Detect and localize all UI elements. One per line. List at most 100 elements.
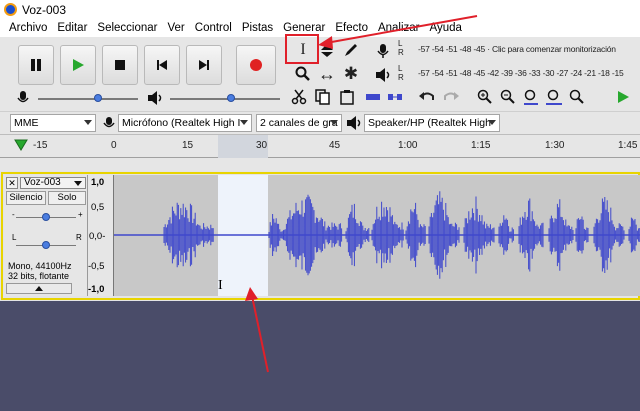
envelope-tool-button[interactable] [316,39,338,61]
menu-ver[interactable]: Ver [163,22,190,34]
multi-tool-icon: ✱ [343,64,359,83]
chevron-down-icon [488,120,496,125]
input-volume-knob[interactable] [94,94,102,102]
zoom-tool-button[interactable] [292,63,314,85]
input-volume-slider[interactable] [38,98,138,100]
multi-tool-button[interactable]: ✱ [340,63,362,85]
silence-button[interactable] [384,86,406,108]
speaker-icon [347,116,361,130]
menu-analizar[interactable]: Analizar [373,22,425,34]
undo-icon [419,92,434,100]
stop-button[interactable] [102,45,138,85]
menu-pistas[interactable]: Pistas [237,22,278,34]
playback-device-icon-wrap [343,112,365,134]
output-volume-knob[interactable] [227,94,235,102]
zoom-out-icon [500,89,515,104]
play-at-speed-button[interactable] [612,86,634,108]
play-meter-l-label: L [398,64,403,73]
recording-device-select[interactable]: Micrófono (Realtek High I [118,114,252,132]
input-volume-mic-icon-wrap [12,87,34,109]
play-button[interactable] [60,45,96,85]
meter-l-label: L [398,39,403,48]
stop-icon [115,60,125,70]
gain-minus-label: - [12,210,15,219]
play-meter-speaker-button[interactable] [372,64,394,86]
audio-host-select[interactable]: MME [10,114,96,132]
record-button[interactable] [236,45,276,85]
pause-button[interactable] [18,45,54,85]
copy-button[interactable] [312,86,334,108]
fit-project-icon [546,89,562,105]
zoom-in-button[interactable] [474,86,496,108]
pin-head-icon[interactable] [14,139,28,151]
amplitude-scale[interactable]: 1,0 0,5 0,0- -0,5 -1,0 [88,175,114,296]
recording-device-value: Micrófono (Realtek High I [122,117,241,129]
track-name-menu[interactable]: Voz-003 [20,177,86,189]
pan-knob[interactable] [42,241,50,249]
waveform [114,191,640,279]
scale-label: 0,0- [89,231,106,242]
collapse-track-button[interactable] [6,283,72,294]
chevron-down-icon [240,120,248,125]
audacity-logo-icon [4,3,17,16]
draw-tool-button[interactable] [340,39,362,61]
silence-audio-icon [388,94,402,100]
track-name: Voz-003 [24,177,61,188]
ruler-tick: 30 [256,140,268,151]
skip-end-button[interactable] [186,45,222,85]
ruler-tick: -15 [33,140,48,151]
zoom-out-button[interactable] [497,86,519,108]
microphone-icon [17,91,29,103]
scale-label: 0,5 [91,202,105,213]
cut-button[interactable] [288,86,310,108]
zoom-toggle-button[interactable] [566,86,588,108]
skip-start-icon [157,60,167,70]
ruler-tick: 1:45 [618,140,638,151]
microphone-icon [103,116,115,127]
recording-channels-select[interactable]: 2 canales de gra [256,114,342,132]
paste-button[interactable] [336,86,358,108]
record-icon [250,59,262,71]
recording-device-icon-wrap [98,112,120,134]
timeshift-tool-button[interactable]: ↔ [316,63,338,85]
menu-generar[interactable]: Generar [278,22,330,34]
play-icon [73,59,84,71]
playback-device-select[interactable]: Speaker/HP (Realtek High [364,114,500,132]
record-meter-scale[interactable]: -57 -54 -51 -48 -45 · Clic para comenzar… [418,44,616,54]
menu-control[interactable]: Control [190,22,237,34]
record-meter-mic-button[interactable] [372,40,394,62]
menu-efecto[interactable]: Efecto [330,22,373,34]
mute-button[interactable]: Silencio [6,191,46,205]
pause-icon [31,59,41,71]
menu-archivo[interactable]: Archivo [4,22,52,34]
window-title: Voz-003 [22,2,67,17]
play-meter-scale[interactable]: -57 -54 -51 -48 -45 -42 -39 -36 -33 -30 … [418,68,624,78]
scale-label: -1,0 [88,284,105,295]
ruler-tick: 0 [111,140,117,151]
timeline-ruler[interactable]: -15 0 15 30 45 1:00 1:15 1:30 1:45 [0,134,640,158]
ruler-tick: 1:15 [471,140,491,151]
undo-button[interactable] [416,86,438,108]
highlight-box [285,34,319,64]
ruler-tick: 45 [329,140,341,151]
waveform-area[interactable]: I [114,175,640,296]
ruler-tick: 1:00 [398,140,418,151]
track-format-info: Mono, 44100Hz [8,261,72,271]
trim-button[interactable] [362,86,384,108]
play-icon [618,91,629,103]
close-track-button[interactable]: ✕ [6,177,18,189]
toolbar-area: I ↔ ✱ LR -57 -54 -51 -48 -45 · Clic para… [0,34,640,111]
solo-button[interactable]: Solo [48,191,86,205]
redo-button[interactable] [440,86,462,108]
speaker-icon [148,91,162,105]
menu-editar[interactable]: Editar [52,22,92,34]
fit-project-button[interactable] [543,86,565,108]
chevron-down-icon [84,120,92,125]
menu-ayuda[interactable]: Ayuda [425,22,467,34]
menu-seleccionar[interactable]: Seleccionar [92,22,162,34]
output-volume-slider[interactable] [170,98,280,100]
skip-start-button[interactable] [144,45,180,85]
empty-track-area[interactable] [0,301,640,411]
gain-knob[interactable] [42,213,50,221]
fit-selection-button[interactable] [520,86,542,108]
